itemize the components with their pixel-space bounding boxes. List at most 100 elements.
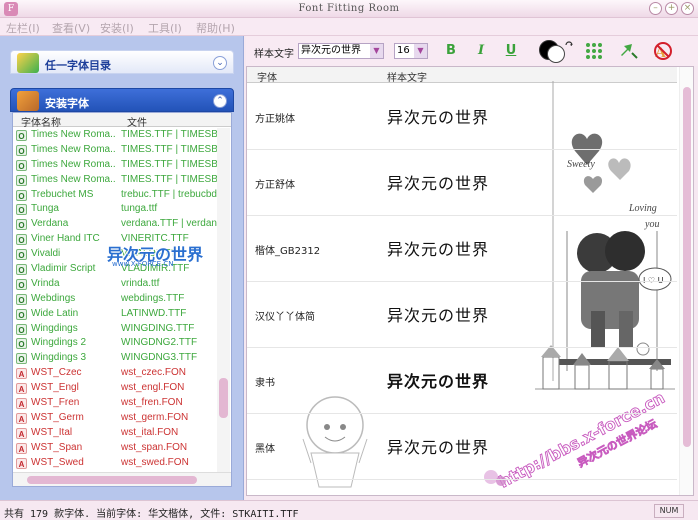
italic-button[interactable]: I — [470, 41, 492, 61]
preview-row[interactable]: 汉仪丫丫体简 异次元の世界 — [247, 282, 677, 348]
font-list-item[interactable]: O Trebuchet MS trebuc.TTF | trebucbd — [13, 188, 217, 203]
font-list-header: 字体名称 文件 — [13, 113, 231, 129]
preview-font-name: 楷体_GB2312 — [255, 246, 321, 257]
opentype-font-icon: O — [16, 204, 27, 216]
menu-item-view[interactable]: 查看(V) — [52, 20, 90, 36]
category-any-font-dir[interactable]: 任一字体目录 ⌄ — [10, 50, 234, 74]
preview-vscroll-thumb[interactable] — [683, 87, 691, 447]
minimize-button[interactable]: – — [649, 2, 662, 15]
status-bar: 共有 179 款字体. 当前字体: 华文楷体, 文件: STKAITI.TTF … — [0, 500, 698, 520]
font-list-item[interactable]: O Vrinda vrinda.ttf — [13, 277, 217, 292]
preview-sample-text: 异次元の世界 — [387, 108, 490, 127]
title-bar: F Font Fitting Room – + × — [0, 0, 698, 18]
font-list-item[interactable]: A WST_Engl wst_engl.FON — [13, 381, 217, 396]
opentype-font-icon: O — [16, 219, 27, 231]
window-title: Font Fitting Room — [298, 3, 400, 14]
font-file: wst_span.FON — [121, 441, 188, 453]
font-box-icon — [17, 91, 39, 111]
font-name: Times New Roma... — [31, 173, 115, 185]
opentype-font-icon: O — [16, 159, 27, 171]
font-list-rows: O Times New Roma... TIMES.TTF | TIMESB O Tim… — [13, 128, 217, 470]
preview-vscrollbar[interactable] — [679, 67, 693, 495]
category-any-font-dir-label: 任一字体目录 — [45, 59, 111, 72]
raster-font-icon: A — [16, 398, 27, 410]
column-font[interactable]: 字体 — [257, 69, 277, 84]
font-list-item[interactable]: O Tunga tunga.ttf — [13, 202, 217, 217]
bold-button[interactable]: B — [440, 41, 462, 61]
font-file: wst_swed.FON — [121, 456, 189, 468]
font-list-item[interactable]: A WST_Ital wst_ital.FON — [13, 426, 217, 441]
preview-font-name: 隶书 — [255, 378, 275, 389]
font-list-item[interactable]: O Wide Latin LATINWD.TTF — [13, 307, 217, 322]
font-list-item[interactable]: A WST_Czec wst_czec.FON — [13, 366, 217, 381]
preview-row[interactable]: 楷体_GB2312 异次元の世界 — [247, 216, 677, 282]
font-name: WST_Fren — [31, 397, 80, 409]
chevron-up-icon[interactable]: ⌃ — [213, 94, 227, 108]
num-lock-indicator: NUM — [654, 504, 684, 518]
font-name: WST_Germ — [31, 411, 84, 423]
background-color-swatch[interactable] — [547, 45, 565, 63]
font-name: Trebuchet MS — [31, 188, 94, 200]
preview-pane: 字体 样本文字 Sweety Loving you I ♡ U http://b… — [246, 66, 694, 496]
raster-font-icon: A — [16, 368, 27, 380]
chevron-down-icon[interactable]: ⌄ — [213, 56, 227, 70]
opentype-font-icon: O — [16, 144, 27, 156]
uninstall-font-icon[interactable]: A — [652, 40, 674, 62]
font-list-item[interactable]: A WST_Span wst_span.FON — [13, 441, 217, 456]
menu-item-left-panel[interactable]: 左栏(I) — [6, 20, 40, 36]
category-installed-fonts[interactable]: 安装字体 ⌃ — [10, 88, 234, 112]
swap-colors-icon[interactable] — [564, 40, 574, 50]
font-file: verdana.TTF | verdanab — [121, 218, 217, 230]
font-list-item[interactable]: O Times New Roma... TIMES.TTF | TIMESB — [13, 128, 217, 143]
menu-item-tools[interactable]: 工具(I) — [148, 20, 182, 36]
watermark-url: www.X-FORCE.CN — [112, 260, 174, 268]
font-list-hscroll-thumb[interactable] — [27, 476, 197, 484]
font-list-item[interactable]: O Times New Roma... TIMES.TTF | TIMESB — [13, 143, 217, 158]
font-list-hscrollbar[interactable] — [13, 472, 231, 486]
font-list-item[interactable]: O Times New Roma... TIMES.TTF | TIMESB — [13, 158, 217, 173]
preview-row[interactable]: 方正舒体 异次元の世界 — [247, 150, 677, 216]
menu-item-install[interactable]: 安装(I) — [100, 20, 134, 36]
preview-font-name: 汉仪丫丫体简 — [255, 312, 315, 323]
column-font-name[interactable]: 字体名称 — [21, 114, 61, 129]
underline-button[interactable]: U — [500, 41, 522, 61]
preview-row[interactable]: 隶书 异次元の世界 — [247, 348, 677, 414]
font-name: WST_Engl — [31, 382, 79, 394]
font-name: Vladimir Script — [31, 263, 96, 275]
font-list-item[interactable]: O Wingdings WINGDING.TTF — [13, 322, 217, 337]
font-list-item[interactable]: O Verdana verdana.TTF | verdanab — [13, 217, 217, 232]
font-list-item[interactable]: O Wingdings 3 WINGDNG3.TTF — [13, 351, 217, 366]
grid-icon[interactable] — [584, 41, 604, 61]
font-list-item[interactable]: A WST_Swed wst_swed.FON — [13, 456, 217, 471]
preview-row[interactable]: 方正姚体 异次元の世界 — [247, 84, 677, 150]
font-file: wst_engl.FON — [121, 382, 185, 394]
opentype-font-icon: O — [16, 189, 27, 201]
font-name: Vivaldi — [31, 248, 61, 260]
font-file: webdings.TTF — [121, 292, 185, 304]
font-list-item[interactable]: O Webdings webdings.TTF — [13, 292, 217, 307]
maximize-button[interactable]: + — [665, 2, 678, 15]
column-file[interactable]: 文件 — [127, 114, 147, 129]
font-size-value: 16 — [397, 45, 410, 56]
font-list-item[interactable]: O Times New Roma... TIMES.TTF | TIMESB — [13, 173, 217, 188]
font-name: WST_Swed — [31, 456, 84, 468]
menu-item-help[interactable]: 帮助(H) — [196, 20, 235, 36]
chevron-down-icon: ▼ — [370, 44, 383, 58]
font-list-item[interactable]: A WST_Germ wst_germ.FON — [13, 411, 217, 426]
raster-font-icon: A — [16, 457, 27, 469]
font-size-select[interactable]: 16 ▼ — [394, 43, 428, 59]
font-file: trebuc.TTF | trebucbd — [121, 188, 217, 200]
preview-row[interactable]: 黑体 异次元の世界 — [247, 414, 677, 480]
font-list-item[interactable]: A WST_Fren wst_fren.FON — [13, 396, 217, 411]
font-list-item[interactable]: O Wingdings 2 WINGDNG2.TTF — [13, 336, 217, 351]
column-sample[interactable]: 样本文字 — [387, 69, 427, 84]
install-font-icon[interactable] — [618, 41, 640, 61]
font-name: Verdana — [31, 218, 69, 230]
opentype-font-icon: O — [16, 308, 27, 320]
font-list-vscroll-thumb[interactable] — [219, 378, 228, 418]
close-button[interactable]: × — [681, 2, 694, 15]
sample-text-label: 样本文字 — [254, 49, 294, 60]
sample-text-select[interactable]: 异次元の世界 ▼ — [298, 43, 384, 59]
window-controls: – + × — [649, 2, 694, 15]
font-list-vscrollbar[interactable] — [217, 128, 230, 473]
